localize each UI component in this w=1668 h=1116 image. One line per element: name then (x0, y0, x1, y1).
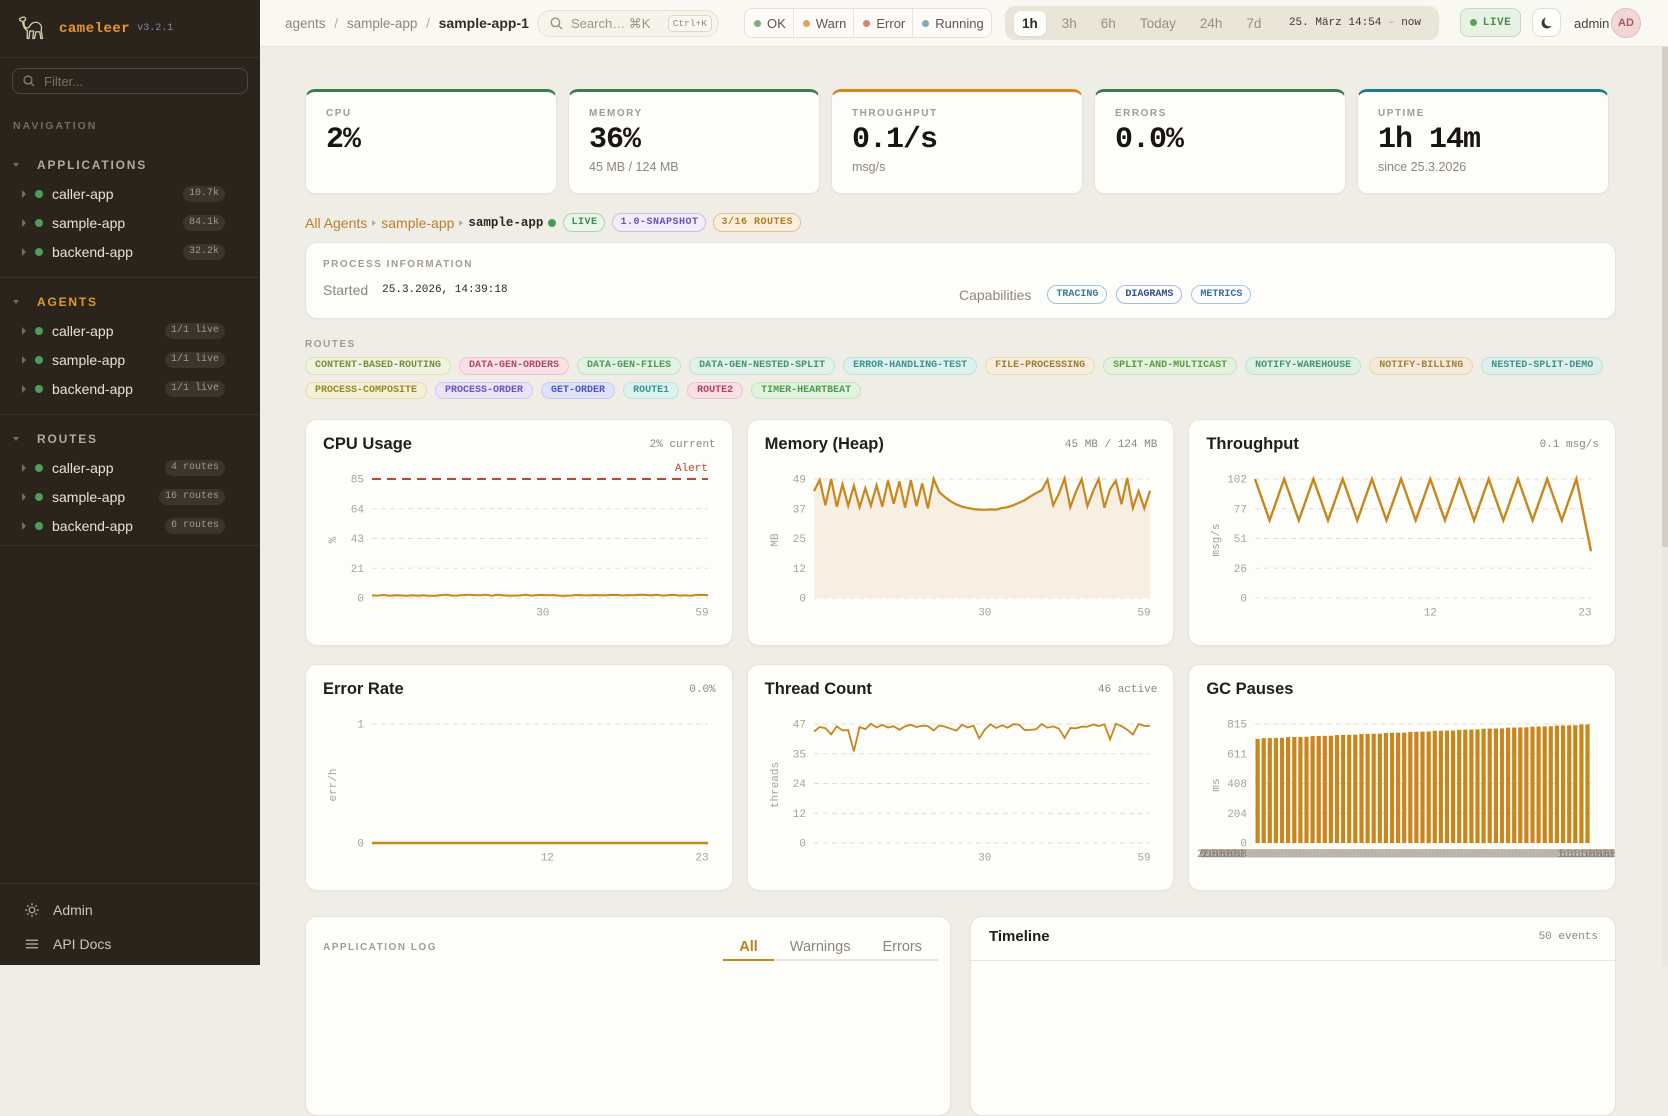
svg-text:408: 408 (1228, 779, 1248, 791)
svg-text:47: 47 (792, 720, 805, 732)
svg-text:102: 102 (1228, 475, 1248, 487)
svg-text:%: % (328, 536, 340, 543)
svg-text:30: 30 (978, 853, 991, 865)
svg-text:08:08:08:08:08:08:08:08:08:08:: 08:08:08:08:08:08:08:08:08:08:08:08:08:0… (1245, 849, 1564, 861)
svg-text:35: 35 (792, 750, 805, 762)
svg-text:12: 12 (1424, 608, 1437, 620)
svg-text:21: 21 (351, 564, 365, 576)
svg-text:25: 25 (792, 534, 805, 546)
svg-text:26: 26 (1234, 564, 1247, 576)
svg-text:12: 12 (541, 853, 554, 865)
svg-text:24: 24 (792, 779, 806, 791)
svg-text:51: 51 (1234, 534, 1248, 546)
svg-text:threads: threads (770, 762, 782, 808)
svg-text:2020:08:08:08:08:08: 2020:08:08:08:08:08 (1197, 849, 1246, 861)
svg-text:MB: MB (770, 533, 782, 547)
svg-text:err/h: err/h (328, 768, 340, 801)
svg-text:12: 12 (792, 809, 805, 821)
svg-text:0: 0 (799, 594, 806, 606)
svg-text:23: 23 (695, 853, 708, 865)
svg-text:16:16:16:16:08:08:08:08: 16:16:16:16:08:08:08:08 (1557, 849, 1615, 861)
svg-text:59: 59 (1137, 608, 1150, 620)
svg-text:43: 43 (351, 534, 364, 546)
svg-text:204: 204 (1228, 809, 1248, 821)
svg-text:64: 64 (351, 505, 365, 517)
svg-text:37: 37 (792, 505, 805, 517)
svg-text:ms: ms (1211, 778, 1223, 791)
svg-text:59: 59 (695, 608, 708, 620)
svg-text:1: 1 (357, 720, 364, 732)
svg-text:30: 30 (978, 608, 991, 620)
svg-text:30: 30 (536, 608, 549, 620)
svg-text:49: 49 (792, 475, 805, 487)
svg-text:0: 0 (1241, 594, 1248, 606)
svg-text:77: 77 (1234, 505, 1247, 517)
svg-text:12: 12 (792, 564, 805, 576)
svg-text:85: 85 (351, 475, 364, 487)
svg-text:611: 611 (1228, 750, 1248, 762)
svg-text:0: 0 (357, 594, 364, 606)
svg-text:0: 0 (357, 839, 364, 851)
svg-text:815: 815 (1228, 720, 1248, 732)
svg-text:Alert: Alert (675, 463, 708, 475)
svg-text:23: 23 (1579, 608, 1592, 620)
svg-text:0: 0 (799, 839, 806, 851)
svg-text:msg/s: msg/s (1211, 523, 1223, 556)
svg-text:59: 59 (1137, 853, 1150, 865)
